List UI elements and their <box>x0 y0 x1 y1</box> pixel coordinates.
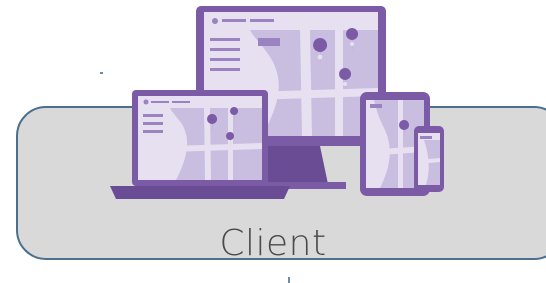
phone-icon <box>414 126 444 192</box>
diagram-canvas: Client <box>0 0 546 283</box>
laptop-icon <box>110 90 290 199</box>
client-label: Client <box>219 223 327 264</box>
stray-tick-bottom <box>288 277 290 283</box>
stray-tick-left <box>100 72 103 74</box>
